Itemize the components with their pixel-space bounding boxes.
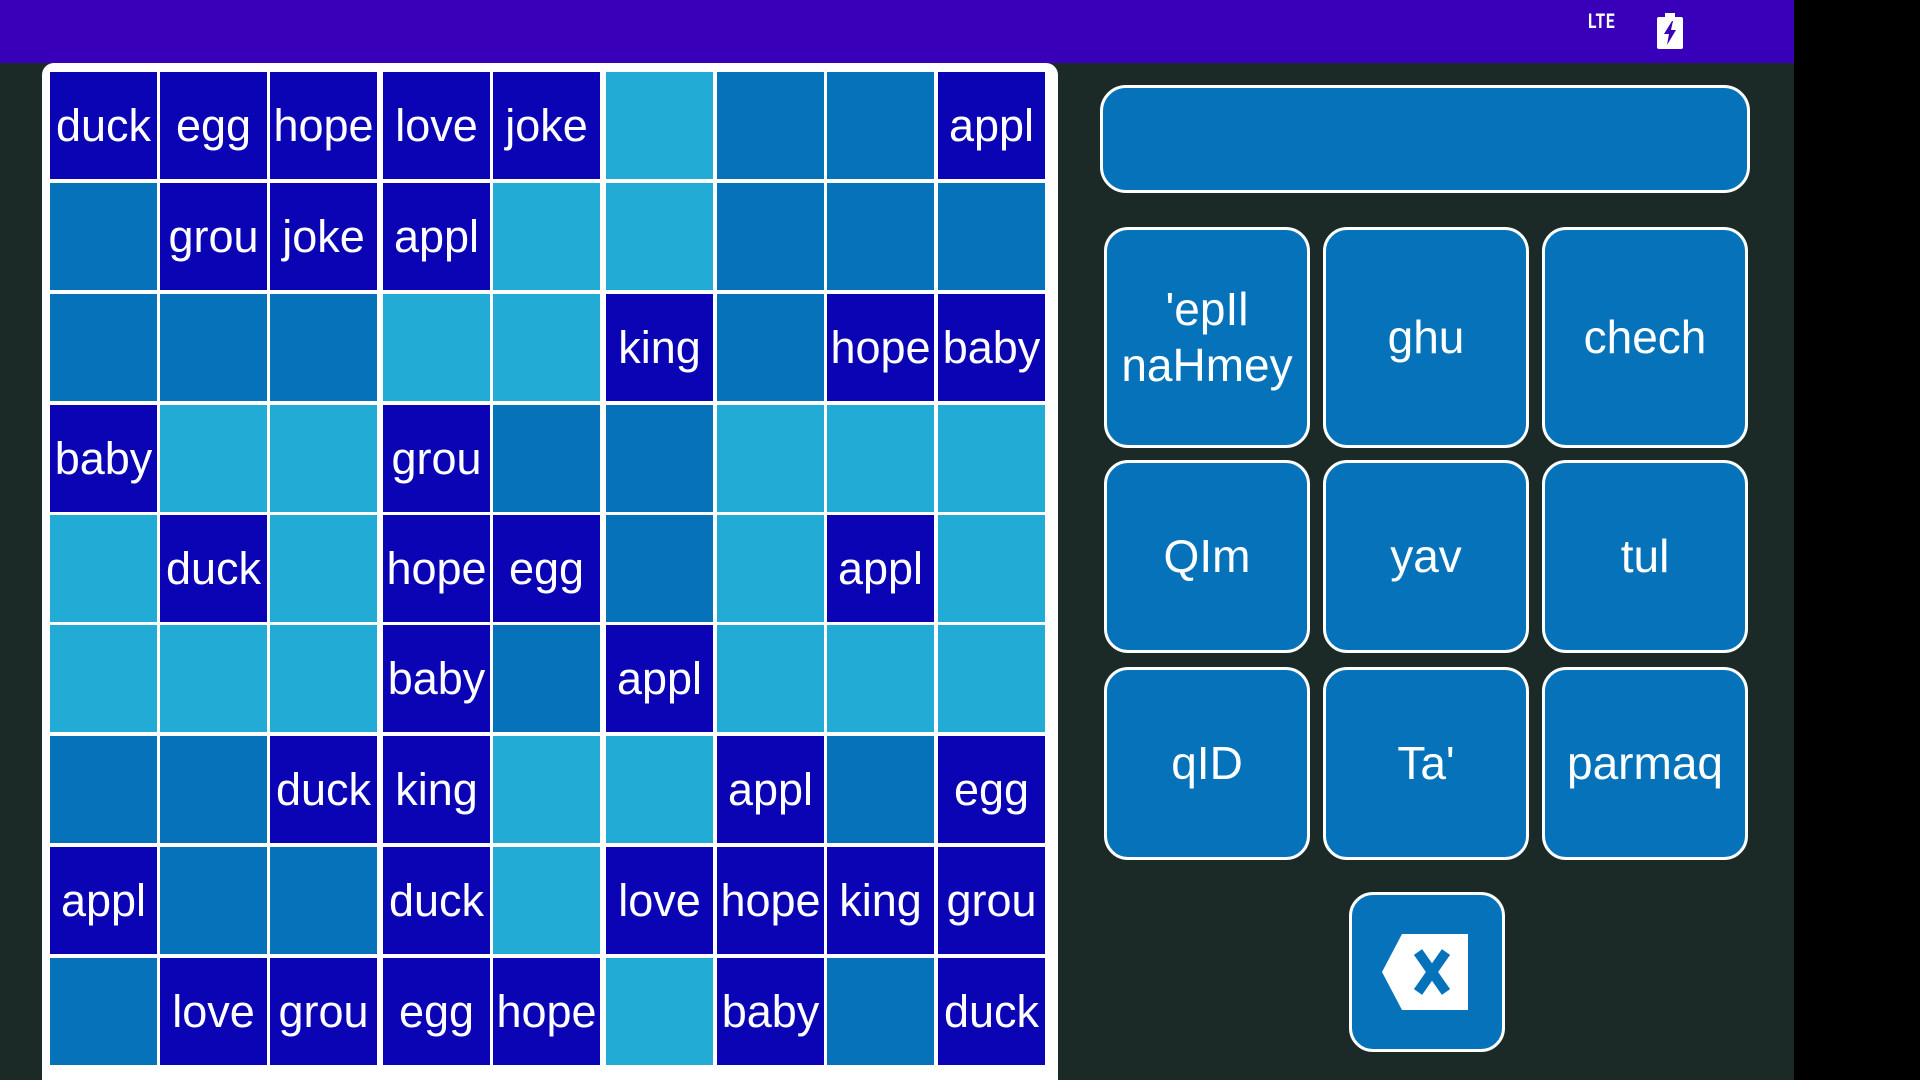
grid-cell[interactable] <box>493 736 600 843</box>
grid-cell[interactable] <box>270 847 377 954</box>
grid-cell[interactable]: love <box>383 72 490 179</box>
grid-cell[interactable]: duck <box>938 958 1045 1065</box>
grid-cell[interactable] <box>606 958 713 1065</box>
grid-cell[interactable] <box>270 515 377 622</box>
option-button[interactable]: 'epIl naHmey <box>1104 227 1310 448</box>
grid-cell[interactable] <box>717 294 824 401</box>
grid-cell[interactable] <box>606 405 713 512</box>
grid-cell[interactable]: baby <box>383 625 490 732</box>
grid-cell[interactable]: grou <box>160 183 267 290</box>
grid-cell[interactable]: joke <box>270 183 377 290</box>
grid-cell[interactable]: hope <box>270 72 377 179</box>
grid-cell[interactable] <box>938 183 1045 290</box>
grid-cell[interactable]: hope <box>383 515 490 622</box>
grid-cell[interactable]: duck <box>270 736 377 843</box>
grid-cell[interactable]: egg <box>493 515 600 622</box>
grid-cell[interactable] <box>606 515 713 622</box>
grid-cell[interactable]: grou <box>270 958 377 1065</box>
grid-cell[interactable] <box>827 183 934 290</box>
status-bar: LTE <box>0 0 1794 63</box>
grid-cell[interactable] <box>50 958 157 1065</box>
option-button[interactable]: tul <box>1542 460 1748 653</box>
grid-cell[interactable] <box>717 515 824 622</box>
grid-cell[interactable]: egg <box>383 958 490 1065</box>
grid-cell[interactable]: appl <box>50 847 157 954</box>
grid-cell[interactable] <box>160 736 267 843</box>
grid-cell[interactable] <box>50 294 157 401</box>
grid-cell[interactable] <box>160 847 267 954</box>
grid-cell[interactable] <box>50 515 157 622</box>
network-indicator: LTE <box>1588 9 1616 33</box>
grid-cell[interactable] <box>50 625 157 732</box>
grid-cell[interactable] <box>827 72 934 179</box>
grid-cell[interactable]: king <box>606 294 713 401</box>
option-button[interactable]: qID <box>1104 667 1310 860</box>
grid-cell[interactable] <box>270 405 377 512</box>
grid-cell[interactable]: baby <box>50 405 157 512</box>
grid-cell[interactable] <box>827 736 934 843</box>
grid-cell[interactable] <box>160 405 267 512</box>
grid-cell[interactable]: joke <box>493 72 600 179</box>
grid-cell[interactable] <box>493 847 600 954</box>
option-button[interactable]: QIm <box>1104 460 1310 653</box>
grid-cell[interactable]: appl <box>827 515 934 622</box>
grid-cell[interactable] <box>938 625 1045 732</box>
grid-cell[interactable] <box>606 72 713 179</box>
grid-cell[interactable]: baby <box>938 294 1045 401</box>
grid-cell[interactable] <box>717 183 824 290</box>
grid-cell[interactable] <box>160 294 267 401</box>
grid-cell[interactable]: hope <box>493 958 600 1065</box>
grid-cell[interactable]: appl <box>938 72 1045 179</box>
grid-cell[interactable]: love <box>160 958 267 1065</box>
grid-cell[interactable] <box>270 294 377 401</box>
option-button[interactable]: yav <box>1323 460 1529 653</box>
grid-cell[interactable] <box>493 405 600 512</box>
grid-cell[interactable]: baby <box>717 958 824 1065</box>
answer-field <box>1100 85 1750 193</box>
option-button[interactable]: Ta' <box>1323 667 1529 860</box>
grid-cell[interactable]: king <box>383 736 490 843</box>
grid-cell[interactable] <box>270 625 377 732</box>
option-button[interactable]: parmaq <box>1542 667 1748 860</box>
grid-cell[interactable] <box>717 405 824 512</box>
battery-charging-icon <box>1657 13 1683 49</box>
grid-cell[interactable] <box>50 736 157 843</box>
grid-cell[interactable]: hope <box>827 294 934 401</box>
grid-cell[interactable] <box>493 183 600 290</box>
grid-cell[interactable] <box>827 405 934 512</box>
backspace-icon <box>1382 934 1468 1010</box>
grid-cell[interactable] <box>493 625 600 732</box>
grid-cell[interactable]: appl <box>383 183 490 290</box>
grid-cell[interactable] <box>493 294 600 401</box>
app-screen: LTE duck egg hope love joke appl grou joke appl k… <box>0 0 1794 1080</box>
grid-cell[interactable]: duck <box>160 515 267 622</box>
grid-cell[interactable]: appl <box>717 736 824 843</box>
option-button[interactable]: chech <box>1542 227 1748 448</box>
grid-cell[interactable] <box>938 405 1045 512</box>
grid-cell[interactable]: appl <box>606 625 713 732</box>
option-button[interactable]: ghu <box>1323 227 1529 448</box>
grid-cell[interactable] <box>717 72 824 179</box>
grid-cell[interactable] <box>717 625 824 732</box>
grid-cell[interactable] <box>938 515 1045 622</box>
grid-cell[interactable]: love <box>606 847 713 954</box>
grid-cell[interactable] <box>606 183 713 290</box>
grid-cell[interactable]: egg <box>160 72 267 179</box>
grid-cell[interactable]: hope <box>717 847 824 954</box>
grid-cell[interactable]: grou <box>383 405 490 512</box>
grid-cell[interactable]: duck <box>50 72 157 179</box>
grid-cell[interactable]: king <box>827 847 934 954</box>
grid-cell[interactable] <box>383 294 490 401</box>
word-grid: duck egg hope love joke appl grou joke appl king h… <box>42 63 1058 1080</box>
backspace-button[interactable] <box>1349 892 1505 1052</box>
grid-cell[interactable] <box>827 958 934 1065</box>
grid-cell[interactable]: grou <box>938 847 1045 954</box>
grid-cell[interactable] <box>160 625 267 732</box>
grid-cell[interactable] <box>827 625 934 732</box>
grid-cell[interactable] <box>50 183 157 290</box>
grid-cell[interactable]: duck <box>383 847 490 954</box>
grid-cell[interactable] <box>606 736 713 843</box>
grid-cell[interactable]: egg <box>938 736 1045 843</box>
